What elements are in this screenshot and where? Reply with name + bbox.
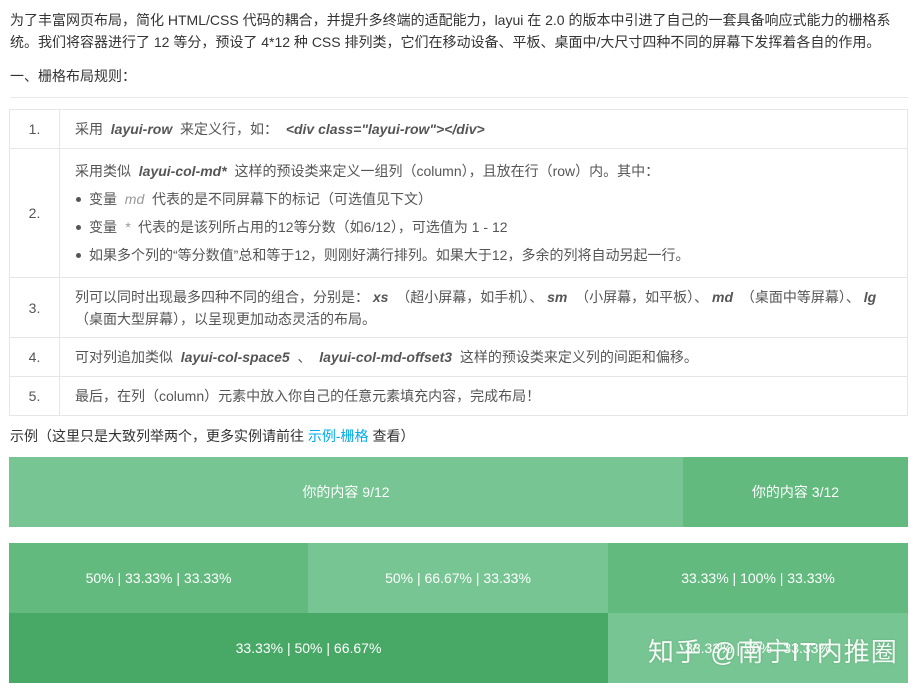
bullet-pre: 变量 bbox=[89, 191, 117, 207]
table-row: 4. 可对列追加类似 layui-col-space5 、 layui-col-… bbox=[9, 337, 908, 377]
grid-cell: 50% | 66.67% | 33.33% bbox=[308, 543, 608, 613]
rule-text-post: 这样的预设类来定义列的间距和偏移。 bbox=[459, 349, 698, 365]
section-title: 一、栅格布局规则： bbox=[10, 68, 136, 84]
bullet-pre: 变量 bbox=[89, 219, 117, 235]
rule-text-pre: 可对列追加类似 bbox=[75, 349, 173, 365]
rule-number: 5. bbox=[9, 376, 60, 416]
rule-text: 列可以同时出现最多四种不同的组合，分别是： xs （超小屏幕，如手机）、 sm … bbox=[59, 277, 908, 338]
rule-text-desc: （桌面中等屏幕）、 bbox=[740, 288, 860, 305]
rule-number: 4. bbox=[9, 337, 60, 377]
rule-number: 1. bbox=[9, 109, 60, 149]
rule-text: 最后，在列（column）元素中放入你自己的任意元素填充内容，完成布局！ bbox=[59, 376, 908, 416]
divider bbox=[10, 97, 908, 98]
bullet-post: 代表的是该列所占用的12等分数（如6/12），可选值为 1 - 12 bbox=[138, 219, 508, 235]
bullet-post: 代表的是不同屏幕下的标记（可选值见下文） bbox=[152, 191, 433, 207]
list-item: 变量 md 代表的是不同屏幕下的标记（可选值见下文） bbox=[75, 188, 892, 210]
code-term: lg bbox=[863, 288, 877, 305]
table-row: 2. 采用类似 layui-col-md* 这样的预设类来定义一组列（colum… bbox=[9, 148, 908, 278]
example-grid-link[interactable]: 示例-栅格 bbox=[308, 428, 369, 444]
example-caption-pre: 示例（这里只是大致列举两个，更多实例请前往 bbox=[10, 428, 304, 444]
code-term: sm bbox=[547, 288, 568, 305]
rule-text-pre: 列可以同时出现最多四种不同的组合，分别是： bbox=[75, 288, 369, 305]
rule-text-pre: 采用 bbox=[75, 121, 103, 137]
rule-text-line2: （桌面大型屏幕），以呈现更加动态灵活的布局。 bbox=[75, 310, 376, 327]
code-term: * bbox=[124, 219, 131, 235]
grid-cell: 50% | 33.33% | 33.33% bbox=[9, 543, 308, 613]
example-caption-post: 查看） bbox=[372, 428, 415, 444]
rule-text: 可对列追加类似 layui-col-space5 、 layui-col-md-… bbox=[59, 337, 908, 377]
rule-text: 采用类似 layui-col-md* 这样的预设类来定义一组列（column），… bbox=[59, 148, 908, 278]
grid-cell: 33.33% | 100% | 33.33% bbox=[608, 543, 908, 613]
table-row: 3. 列可以同时出现最多四种不同的组合，分别是： xs （超小屏幕，如手机）、 … bbox=[9, 277, 908, 338]
list-item: 如果多个列的“等分数值”总和等于12，则刚好满行排列。如果大于12，多余的列将自… bbox=[75, 244, 892, 266]
table-row: 5. 最后，在列（column）元素中放入你自己的任意元素填充内容，完成布局！ bbox=[9, 376, 908, 416]
grid-cell-9-12: 你的内容 9/12 bbox=[9, 457, 683, 527]
intro-line-2: 统。我们将容器进行了 12 等分，预设了 4*12 种 CSS 排列类，它们在移… bbox=[10, 34, 881, 50]
rule-text-mid: 、 bbox=[297, 349, 312, 365]
rule-text: 采用 layui-row 来定义行，如： <div class="layui-r… bbox=[59, 109, 908, 149]
code-term: xs bbox=[372, 288, 389, 305]
rule-text-desc: （小屏幕，如平板）、 bbox=[575, 288, 709, 305]
grid-cell: 33.33% | 50% | 66.67% bbox=[9, 613, 608, 683]
intro-paragraph: 为了丰富网页布局，简化 HTML/CSS 代码的耦合，并提升多终端的适配能力，l… bbox=[10, 9, 910, 53]
code-term: layui-col-space5 bbox=[180, 349, 290, 365]
example-caption: 示例（这里只是大致列举两个，更多实例请前往 示例-栅格 查看） bbox=[10, 427, 414, 445]
rules-table: 1. 采用 layui-row 来定义行，如： <div class="layu… bbox=[9, 109, 908, 416]
table-row: 1. 采用 layui-row 来定义行，如： <div class="layu… bbox=[9, 109, 908, 149]
grid-cell-3-12: 你的内容 3/12 bbox=[683, 457, 908, 527]
rule-text-desc: （超小屏幕，如手机）、 bbox=[396, 288, 544, 305]
list-item: 变量 * 代表的是该列所占用的12等分数（如6/12），可选值为 1 - 12 bbox=[75, 216, 892, 238]
rule-number: 2. bbox=[9, 148, 60, 278]
code-term: layui-col-md-offset3 bbox=[319, 349, 453, 365]
rule-number: 3. bbox=[9, 277, 60, 338]
rule-text-post: 这样的预设类来定义一组列（column），且放在行（row）内。其中： bbox=[234, 163, 660, 179]
rule-bullet-list: 变量 md 代表的是不同屏幕下的标记（可选值见下文） 变量 * 代表的是该列所占… bbox=[75, 188, 892, 266]
code-term: <div class="layui-row"></div> bbox=[285, 121, 485, 137]
code-term: md bbox=[712, 288, 734, 305]
rule-text-pre: 采用类似 bbox=[75, 163, 131, 179]
code-term: md bbox=[124, 191, 145, 207]
watermark: 知乎 @南宁IT内推圈 bbox=[648, 637, 898, 667]
intro-line-1: 为了丰富网页布局，简化 HTML/CSS 代码的耦合，并提升多终端的适配能力，l… bbox=[10, 12, 891, 28]
bullet-post: 如果多个列的“等分数值”总和等于12，则刚好满行排列。如果大于12，多余的列将自… bbox=[89, 247, 690, 263]
code-term: layui-row bbox=[110, 121, 173, 137]
rule-text-mid: 来定义行，如： bbox=[180, 121, 279, 137]
code-term: layui-col-md* bbox=[138, 163, 227, 179]
